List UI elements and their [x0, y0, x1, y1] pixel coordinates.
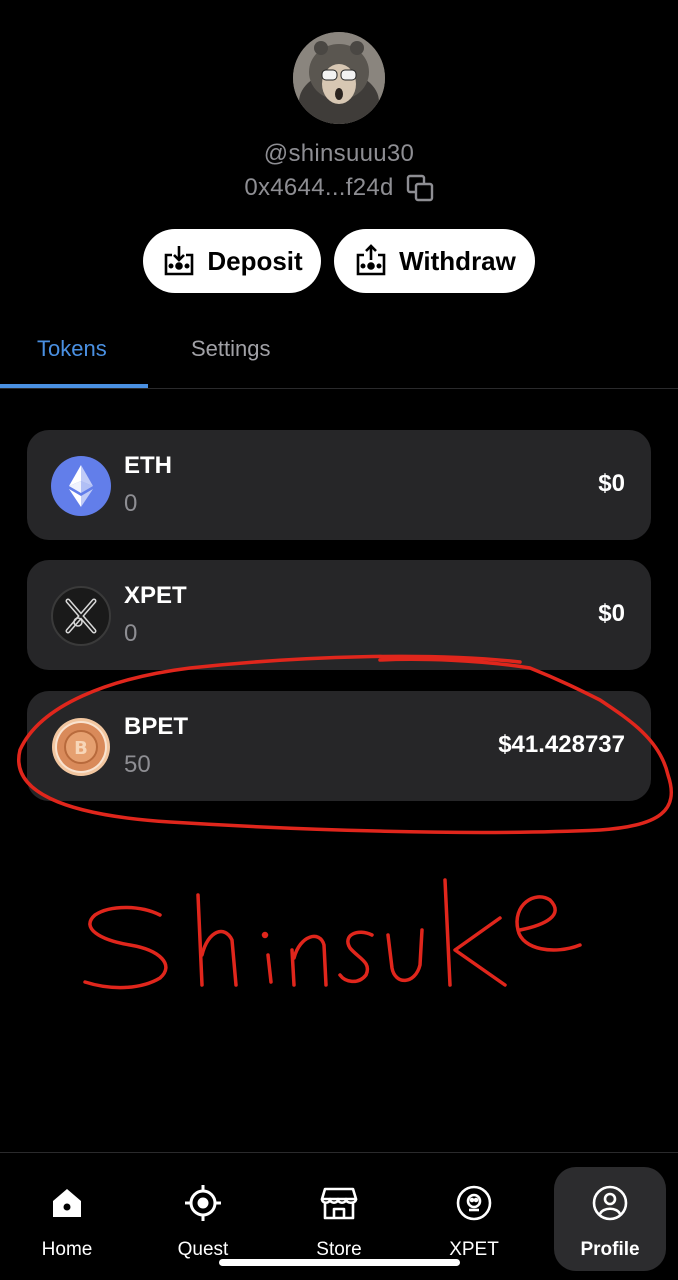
nav-label: Quest [177, 1239, 229, 1260]
token-value: $0 [598, 600, 625, 627]
handwritten-annotation [17, 654, 674, 990]
tab-settings[interactable]: Settings [191, 336, 271, 362]
nav-label: Profile [580, 1239, 640, 1260]
xpet-face-icon [456, 1185, 492, 1221]
nav-label: Store [316, 1239, 362, 1260]
nav-home[interactable]: Home [11, 1167, 123, 1271]
wallet-address: 0x4644...f24d [244, 174, 394, 201]
avatar[interactable] [293, 32, 385, 124]
profile-icon [592, 1185, 628, 1221]
withdraw-icon [356, 244, 386, 276]
nav-quest[interactable]: Quest [147, 1167, 259, 1271]
home-indicator[interactable] [219, 1259, 460, 1266]
nav-label: Home [41, 1239, 93, 1260]
deposit-button[interactable]: Deposit [143, 229, 321, 293]
tab-divider [0, 388, 678, 389]
home-icon [53, 1189, 81, 1217]
deposit-label: Deposit [207, 245, 303, 276]
token-value: $0 [598, 470, 625, 497]
deposit-icon [165, 246, 194, 276]
nav-profile[interactable]: Profile [554, 1167, 666, 1271]
withdraw-label: Withdraw [399, 245, 516, 276]
store-icon [320, 1187, 358, 1220]
target-icon [185, 1185, 221, 1221]
nav-label: XPET [449, 1239, 499, 1260]
copy-icon[interactable] [406, 174, 434, 202]
username: @shinsuuu30 [263, 140, 415, 167]
ethereum-icon [51, 456, 111, 516]
token-amount: 0 [124, 490, 138, 517]
withdraw-button[interactable]: Withdraw [334, 229, 535, 293]
token-symbol: ETH [124, 452, 172, 479]
nav-xpet[interactable]: XPET [418, 1167, 530, 1271]
wallet-address-row: 0x4644...f24d [0, 174, 678, 202]
tab-tokens[interactable]: Tokens [37, 336, 107, 362]
token-card-eth[interactable]: ETH 0 $0 [27, 430, 651, 540]
xpet-icon [51, 586, 111, 646]
nav-store[interactable]: Store [283, 1167, 395, 1271]
token-symbol: XPET [124, 582, 187, 609]
